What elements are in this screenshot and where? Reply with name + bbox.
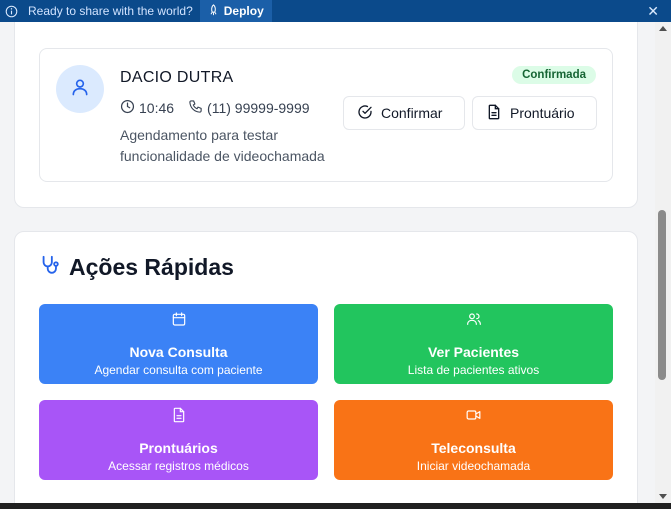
phone-icon <box>188 99 203 117</box>
users-icon <box>334 311 613 327</box>
scroll-up-arrow-icon[interactable] <box>659 26 667 31</box>
tile-title: Teleconsulta <box>431 440 516 456</box>
stethoscope-icon <box>39 254 61 281</box>
video-icon <box>334 407 613 423</box>
confirm-label: Confirmar <box>381 105 443 121</box>
medical-records-tile[interactable]: Prontuários Acessar registros médicos <box>39 400 318 480</box>
main-scroll-area: DACIO DUTRA 10:46 (11) 99999-9999 Agenda… <box>0 22 655 503</box>
medical-record-button[interactable]: Prontuário <box>472 96 597 130</box>
tile-subtitle: Lista de pacientes ativos <box>407 363 540 377</box>
check-circle-icon <box>357 104 373 123</box>
tile-title: Ver Pacientes <box>427 344 520 360</box>
record-label: Prontuário <box>510 105 575 121</box>
patient-name: DACIO DUTRA <box>120 69 234 86</box>
section-title: Ações Rápidas <box>69 254 234 280</box>
deploy-banner: Ready to share with the world? Deploy ✕ <box>0 0 671 22</box>
appointment-note: Agendamento para testar funcionalidade d… <box>120 127 325 164</box>
quick-actions-header: Ações Rápidas <box>39 254 234 281</box>
info-icon <box>4 4 18 18</box>
appointment-time: 10:46 <box>139 100 175 116</box>
scroll-down-arrow-icon[interactable] <box>659 494 667 499</box>
deploy-label: Deploy <box>223 4 264 18</box>
teleconsult-tile[interactable]: Teleconsulta Iniciar videochamada <box>334 400 613 480</box>
vertical-scrollbar[interactable] <box>655 22 671 503</box>
deploy-button[interactable]: Deploy <box>199 0 272 22</box>
new-appointment-tile[interactable]: Nova Consulta Agendar consulta com pacie… <box>39 304 318 384</box>
tile-subtitle: Acessar registros médicos <box>108 459 249 473</box>
appointment-meta: 10:46 (11) 99999-9999 <box>120 99 324 117</box>
tile-subtitle: Agendar consulta com paciente <box>94 363 263 377</box>
status-badge: Confirmada <box>512 66 596 84</box>
rocket-icon <box>208 3 219 19</box>
view-patients-tile[interactable]: Ver Pacientes Lista de pacientes ativos <box>334 304 613 384</box>
clock-icon <box>120 99 135 117</box>
appointments-card: DACIO DUTRA 10:46 (11) 99999-9999 Agenda… <box>14 22 638 208</box>
banner-text: Ready to share with the world? <box>28 4 193 18</box>
user-icon <box>70 77 90 102</box>
quick-actions-card: Ações Rápidas Nova Consulta Agendar cons… <box>14 231 638 503</box>
appointment-item: DACIO DUTRA 10:46 (11) 99999-9999 Agenda… <box>39 48 613 182</box>
confirm-button[interactable]: Confirmar <box>343 96 465 130</box>
calendar-icon <box>39 311 318 327</box>
tile-subtitle: Iniciar videochamada <box>416 459 531 473</box>
file-text-icon <box>486 104 502 123</box>
scrollbar-thumb[interactable] <box>658 210 666 380</box>
file-text-icon <box>39 407 318 423</box>
avatar <box>56 65 104 113</box>
close-icon[interactable]: ✕ <box>647 3 659 20</box>
window-bottom-edge <box>0 503 671 509</box>
tile-title: Prontuários <box>139 440 218 456</box>
tile-title: Nova Consulta <box>129 344 228 360</box>
patient-phone: (11) 99999-9999 <box>207 100 310 116</box>
